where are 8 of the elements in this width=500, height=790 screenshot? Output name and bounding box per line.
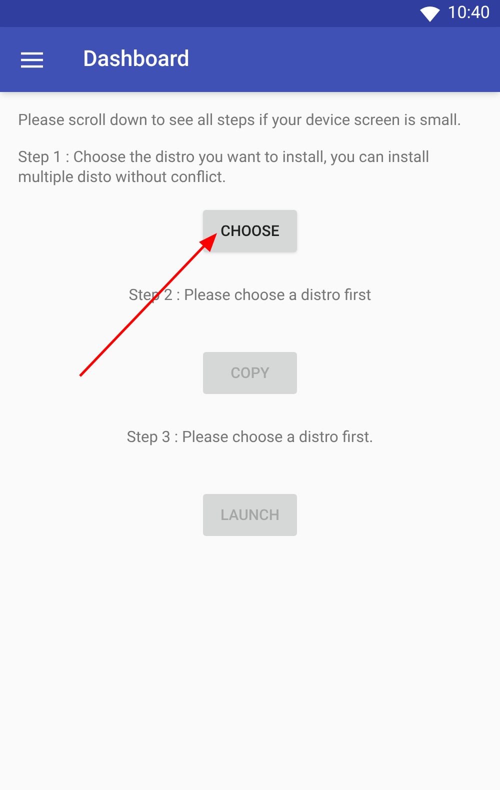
step-text: Step 1 : Choose the distro you want to install, you can install multiple disto without conflict. — [18, 147, 430, 187]
action-button[interactable]: CHOOSE — [203, 210, 297, 252]
intro-text: Please scroll down to see all steps if your device screen is small. — [18, 110, 462, 130]
clock: 10:40 — [448, 2, 490, 25]
app-title: Dashboard — [83, 46, 190, 74]
step-text: Step 3 : Please choose a distro first. — [126, 427, 374, 447]
wifi-icon — [420, 6, 440, 22]
menu-icon — [21, 52, 43, 68]
